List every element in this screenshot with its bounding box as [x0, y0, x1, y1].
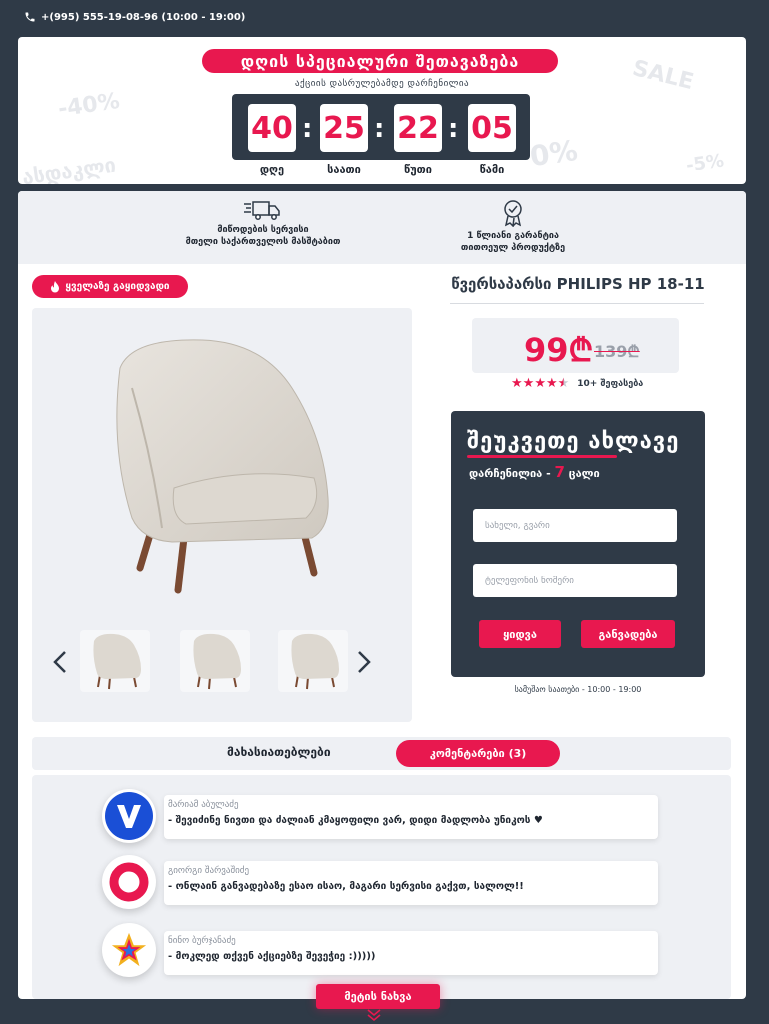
countdown-timer: 40 : 25 : 22 : 05 — [232, 94, 530, 160]
decor-text: -5% — [684, 150, 726, 177]
benefit-warranty-line1: 1 წლიანი გარანტია — [467, 231, 559, 241]
delivery-truck-icon — [244, 201, 280, 220]
old-price: 139₾ — [594, 342, 640, 361]
name-input[interactable] — [473, 509, 677, 542]
countdown-days-label: დღე — [259, 163, 285, 176]
countdown-minutes: 22 — [394, 104, 442, 152]
bestseller-badge: ყველაზე გაყიდვადი — [32, 275, 188, 298]
countdown-separator: : — [448, 114, 459, 144]
comments-list: მარიამ აბულაძე - შევიძინე ნივთი და ძალია… — [32, 775, 731, 999]
product-card: მიწოდების სერვისი მთელი საქართველოს მასშ… — [18, 191, 746, 999]
fire-icon — [51, 280, 60, 292]
comment-author: ნინო ბურჯანაძე — [168, 936, 236, 946]
armchair-thumb-2 — [193, 633, 241, 690]
working-hours: სამუშაო საათები - 10:00 - 19:00 — [514, 685, 642, 694]
decor-text: 0% — [527, 133, 580, 174]
offer-subtitle: აქციის დასრულებამდე დარჩენილია — [294, 79, 470, 89]
star-icon: ★ — [511, 376, 523, 391]
buy-button[interactable]: ყიდვა — [479, 620, 561, 648]
product-tabs: მახასიათებლები კომენტარები (3) — [32, 737, 731, 770]
stock-label: დარჩენილია - — [469, 467, 555, 480]
stock-unit: ცალი — [564, 467, 600, 480]
chevron-right-icon — [358, 651, 371, 673]
tab-comments[interactable]: კომენტარები (3) — [396, 740, 560, 767]
warranty-badge-icon — [504, 200, 522, 227]
avatar — [102, 923, 156, 977]
benefit-delivery-line1: მიწოდების სერვისი — [217, 225, 309, 235]
stock-count: 7 — [554, 463, 565, 481]
gallery-thumbnail[interactable] — [80, 630, 150, 692]
top-bar: +(995) 555-19-08-96 (10:00 - 19:00) — [0, 0, 769, 34]
star-icon: ★ — [545, 376, 558, 391]
phone-input[interactable] — [473, 564, 677, 597]
gallery-thumbnail[interactable] — [180, 630, 250, 692]
star-icon: ★ — [557, 376, 570, 391]
bestseller-badge-label: ყველაზე გაყიდვადი — [65, 281, 170, 292]
current-price: 99₾ — [524, 331, 594, 369]
v-logo-icon — [105, 792, 153, 840]
decor-text: -40% — [56, 88, 122, 123]
comment-item: გიორგი შარვაშიძე - ონლაინ განვადებაზე ეს… — [164, 861, 658, 905]
tab-specifications[interactable]: მახასიათებლები — [227, 745, 331, 759]
comment-text: - ონლაინ განვადებაზე ესაო ისაო, მაგარი ს… — [168, 881, 524, 892]
benefit-delivery-line2: მთელი საქართველოს მასშტაბით — [185, 237, 341, 247]
countdown-separator: : — [302, 114, 313, 144]
countdown-days: 40 — [248, 104, 296, 152]
avatar — [102, 855, 156, 909]
comment-author: გიორგი შარვაშიძე — [168, 866, 250, 876]
comment-text: - მოკლედ თქვენ აქციებზე შევეჭიე :))))) — [168, 951, 376, 962]
review-count: 10+ შეფასება — [577, 378, 644, 389]
product-title: წვერსაპარსი PHILIPS HP 18-11 — [451, 275, 705, 293]
product-gallery — [32, 308, 412, 722]
countdown-hours-label: საათი — [327, 163, 361, 176]
gallery-thumbnail[interactable] — [278, 630, 348, 692]
avatar — [102, 789, 156, 843]
price-box: 99₾ 139₾ — [472, 318, 679, 373]
comment-text: - შევიძინე ნივთი და ძალიან კმაყოფილი ვარ… — [168, 815, 543, 826]
order-title: შეუკვეთე ახლავე — [467, 429, 680, 454]
countdown-separator: : — [374, 114, 385, 144]
armchair-thumb-1 — [93, 633, 141, 690]
decor-text: SALE — [629, 55, 697, 96]
benefits-bar: მიწოდების სერვისი მთელი საქართველოს მასშ… — [18, 191, 746, 264]
countdown-hours: 25 — [320, 104, 368, 152]
gallery-next-button[interactable] — [354, 648, 374, 676]
countdown-seconds-label: წამი — [479, 163, 505, 176]
rating: ★ ★ ★ ★ ★ 10+ შეფასება — [511, 377, 643, 390]
installment-button[interactable]: განვადება — [581, 620, 675, 648]
order-title-underline — [467, 455, 617, 458]
comment-item: მარიამ აბულაძე - შევიძინე ნივთი და ძალია… — [164, 795, 658, 839]
show-more-button[interactable]: მეტის ნახვა — [316, 984, 440, 1009]
decor-text: ასდაკლი — [20, 152, 118, 184]
stock-remaining: დარჩენილია - 7 ცალი — [469, 463, 600, 481]
phone-number[interactable]: +(995) 555-19-08-96 (10:00 - 19:00) — [41, 12, 245, 23]
ring-logo-icon — [109, 862, 149, 902]
countdown-minutes-label: წუთი — [404, 163, 432, 176]
benefit-warranty: 1 წლიანი გარანტია თითოეულ პროდუქტზე — [418, 199, 608, 254]
gallery-prev-button[interactable] — [50, 648, 70, 676]
phone-icon — [25, 12, 35, 22]
star-icon: ★ — [522, 376, 535, 391]
divider — [450, 303, 704, 304]
benefit-warranty-line2: თითოეულ პროდუქტზე — [460, 243, 566, 253]
offer-title: დღის სპეციალური შეთავაზება — [202, 49, 558, 73]
star-logo-icon — [111, 932, 147, 967]
benefit-delivery: მიწოდების სერვისი მთელი საქართველოს მასშ… — [158, 199, 368, 248]
countdown-seconds: 05 — [468, 104, 516, 152]
rating-stars: ★ ★ ★ ★ ★ — [511, 377, 569, 390]
special-offer-card: SALE -40% -5% 0% ასდაკლი დღის სპეციალური… — [18, 37, 746, 184]
product-image-armchair — [116, 339, 329, 594]
armchair-thumb-3 — [291, 633, 339, 690]
order-panel: შეუკვეთე ახლავე დარჩენილია - 7 ცალი ყიდვ… — [451, 411, 705, 677]
chevron-left-icon — [53, 651, 66, 673]
comment-author: მარიამ აბულაძე — [168, 800, 239, 810]
chevron-down-icon[interactable] — [366, 1008, 382, 1022]
comment-item: ნინო ბურჯანაძე - მოკლედ თქვენ აქციებზე შ… — [164, 931, 658, 975]
star-icon: ★ — [534, 376, 546, 391]
